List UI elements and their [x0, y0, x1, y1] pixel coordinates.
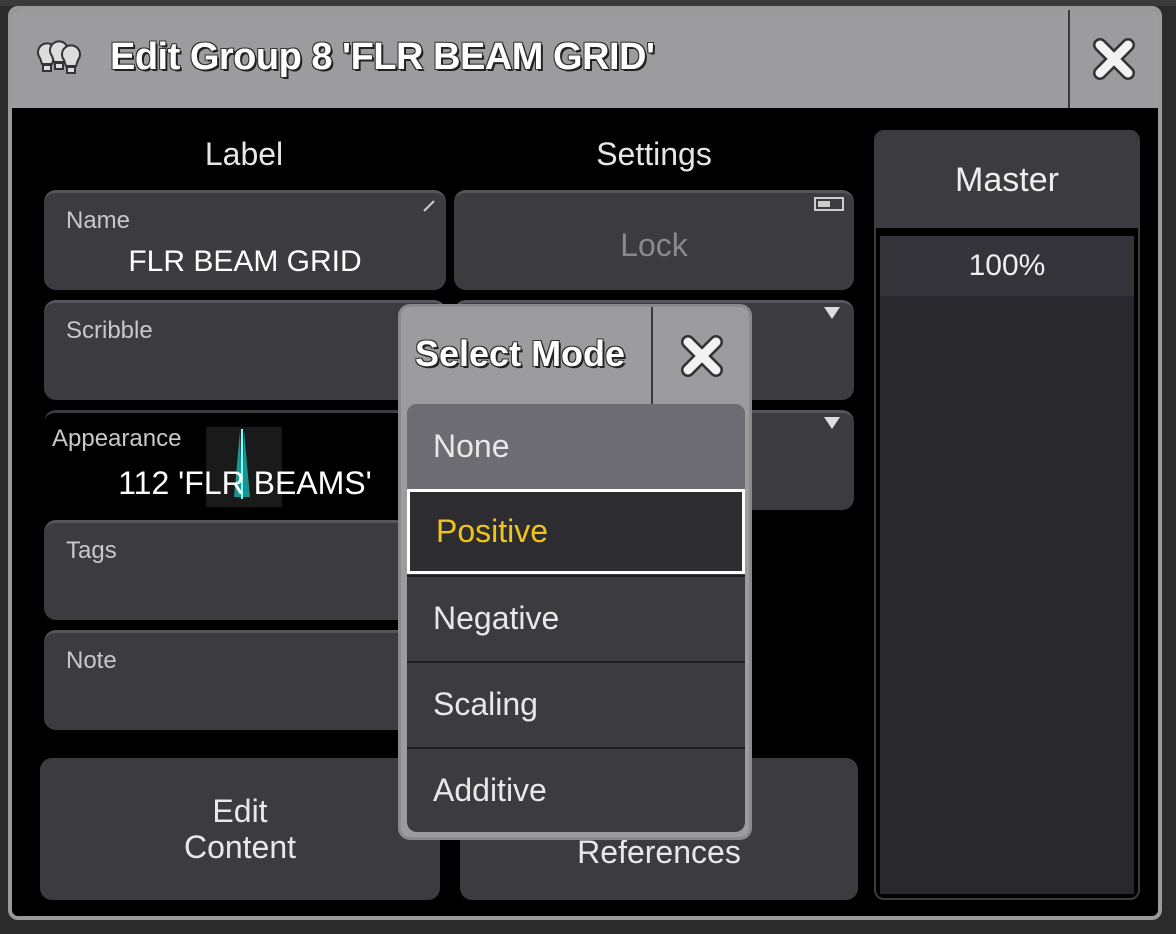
select-mode-popup: Select Mode None Positive Negative Scali… [398, 304, 752, 840]
mode-options-list: None Positive Negative Scaling Additive [407, 404, 745, 832]
lock-label: Lock [620, 227, 688, 263]
scribble-field[interactable]: Scribble [44, 300, 446, 400]
dialog-title: Edit Group 8 'FLR BEAM GRID' [110, 36, 655, 78]
note-field[interactable]: Note [44, 630, 446, 730]
master-header: Master [876, 132, 1138, 228]
option-negative[interactable]: Negative [407, 575, 745, 660]
tags-label: Tags [66, 537, 117, 564]
option-positive[interactable]: Positive [407, 489, 745, 574]
popup-title: Select Mode [415, 333, 626, 374]
popup-close-button[interactable] [651, 307, 749, 404]
dialog-close-button[interactable] [1068, 10, 1158, 108]
dropdown-arrow-icon [824, 417, 840, 429]
dialog-titlebar: Edit Group 8 'FLR BEAM GRID' [12, 10, 1158, 108]
close-x-icon [1093, 38, 1135, 80]
scribble-label: Scribble [66, 317, 153, 344]
fixtures-icon [37, 40, 81, 74]
dropdown-arrow-icon [824, 307, 840, 319]
settings-column-header: Settings [596, 136, 712, 172]
lock-button[interactable]: Lock [454, 190, 854, 290]
option-additive[interactable]: Additive [407, 747, 745, 832]
appearance-value: 112 'FLR BEAMS' [118, 465, 372, 501]
label-column-header: Label [204, 136, 284, 172]
tags-field[interactable]: Tags [44, 520, 446, 620]
name-label: Name [66, 207, 131, 234]
edit-corner-icon [423, 200, 435, 212]
toggle-off-icon [814, 197, 844, 211]
close-x-icon [681, 334, 723, 377]
option-scaling[interactable]: Scaling [407, 661, 745, 746]
name-value: FLR BEAM GRID [128, 245, 362, 278]
note-label: Note [66, 647, 117, 674]
appearance-label: Appearance [52, 425, 182, 452]
appearance-field[interactable]: Appearance 112 'FLR BEAMS' [44, 410, 446, 510]
master-panel[interactable]: Master 100% [874, 130, 1140, 900]
master-fader[interactable]: 100% [880, 236, 1134, 894]
option-none[interactable]: None [407, 404, 745, 489]
name-field[interactable]: Name FLR BEAM GRID [44, 190, 446, 290]
master-value: 100% [880, 236, 1134, 296]
edit-content-button[interactable]: Edit Content [40, 758, 440, 900]
